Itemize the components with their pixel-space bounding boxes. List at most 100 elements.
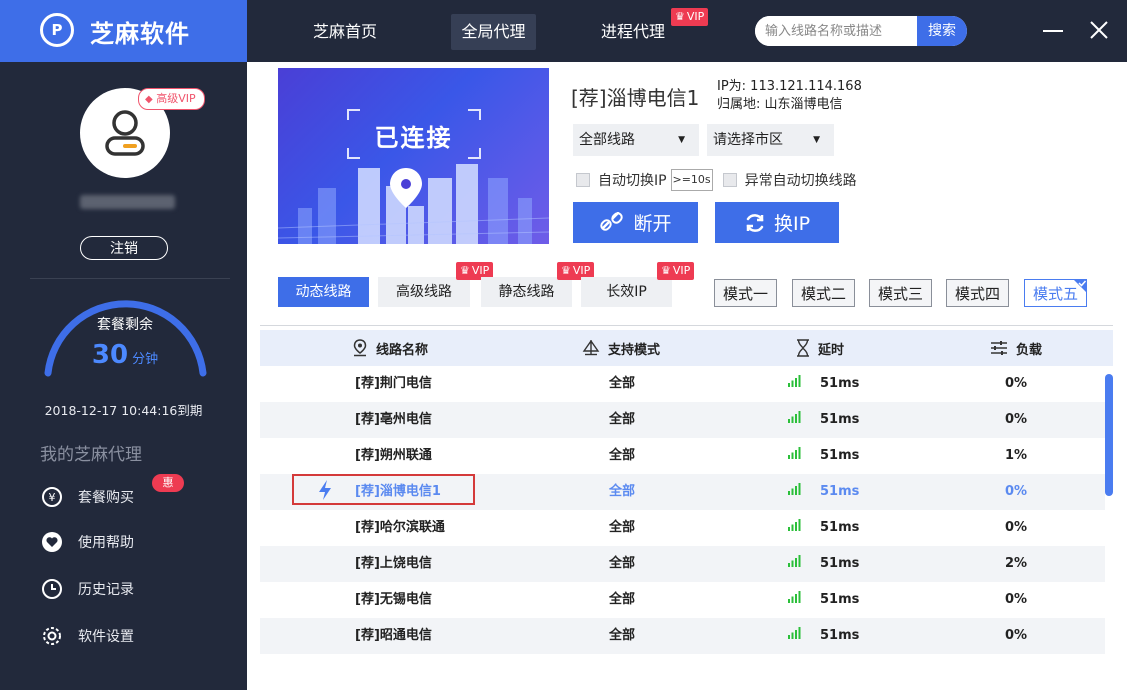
remaining-unit: 分钟	[132, 352, 159, 367]
signal-icon	[788, 555, 801, 567]
line-select[interactable]: 全部线路 ▼	[573, 124, 699, 156]
signal-icon	[788, 591, 801, 603]
search-button[interactable]: 搜索	[917, 16, 967, 46]
table-row[interactable]: [荐]朔州联通 全部 51ms 1%	[260, 438, 1105, 474]
line-select-value: 全部线路	[579, 132, 635, 148]
connection-status: 已连接	[374, 124, 453, 152]
cell-latency: 51ms	[820, 412, 860, 427]
menu-item-history[interactable]: 历史记录	[40, 574, 134, 604]
tab-premium-line[interactable]: 高级线路 ♛ VIP	[378, 262, 494, 307]
table-row[interactable]: [荐]昭通电信 全部 51ms 0%	[260, 618, 1105, 654]
abnormal-switch-checkbox[interactable]	[722, 173, 737, 187]
header-latency: 延时	[796, 330, 844, 366]
mode-3-button[interactable]: 模式三	[869, 279, 932, 307]
mode-sail-icon	[582, 340, 600, 356]
dropdown-arrow-icon: ▼	[678, 135, 685, 145]
brand-header: P 芝麻软件	[0, 0, 247, 62]
auto-switch-checkbox[interactable]	[576, 173, 590, 187]
tab-static-line[interactable]: 静态线路 ♛ VIP	[481, 262, 595, 307]
crown-icon: ♛	[460, 264, 470, 277]
cell-load: 0%	[1005, 628, 1028, 643]
cell-mode: 全部	[609, 412, 636, 427]
disconnect-button[interactable]: 断开	[573, 202, 698, 243]
cell-latency: 51ms	[820, 520, 860, 535]
signal-icon	[788, 519, 801, 531]
cell-load: 1%	[1005, 448, 1028, 463]
dropdown-arrow-icon: ▼	[813, 135, 820, 145]
header-name: 线路名称	[352, 330, 428, 366]
crown-icon: ♛	[675, 10, 685, 23]
cell-latency: 51ms	[820, 376, 860, 391]
tab-label: 高级线路	[396, 284, 452, 300]
cell-load: 0%	[1005, 484, 1028, 499]
location-pin-icon	[353, 339, 367, 357]
expire-date: 2018-12-17 10:44:16到期	[44, 403, 203, 418]
menu-item-help[interactable]: 使用帮助	[40, 527, 134, 557]
cell-load: 0%	[1005, 376, 1028, 391]
auto-switch-label: 自动切换IP	[598, 173, 667, 189]
cell-load: 2%	[1005, 556, 1028, 571]
cell-latency: 51ms	[820, 448, 860, 463]
search-input[interactable]	[755, 16, 917, 46]
header-latency-label: 延时	[818, 342, 845, 358]
cell-latency: 51ms	[820, 556, 860, 571]
discount-badge: 惠	[152, 474, 184, 492]
signal-icon	[788, 411, 801, 423]
cell-mode: 全部	[609, 520, 636, 535]
hourglass-icon	[797, 339, 809, 357]
remaining-gauge	[44, 300, 207, 377]
mode-2-button[interactable]: 模式二	[792, 279, 855, 307]
mode-5-button[interactable]: 模式五	[1024, 279, 1087, 307]
my-proxy-title: 我的芝麻代理	[40, 445, 142, 465]
nav-tab-home[interactable]: 芝麻首页	[300, 14, 390, 50]
menu-item-settings[interactable]: 软件设置	[40, 621, 134, 651]
mode-4-button[interactable]: 模式四	[946, 279, 1009, 307]
remaining-value: 30 分钟	[55, 340, 195, 370]
close-icon[interactable]	[1088, 19, 1110, 41]
ip-location: 归属地: 山东淄博电信	[717, 97, 843, 112]
cell-line-name: [荐]上饶电信	[355, 556, 432, 571]
signal-icon	[788, 483, 801, 495]
cell-line-name: [荐]朔州联通	[355, 448, 432, 463]
vip-badge-label: 高级VIP	[156, 92, 196, 105]
menu-item-purchase[interactable]: ¥ 套餐购买	[40, 482, 134, 512]
cell-latency: 51ms	[820, 592, 860, 607]
menu-label: 使用帮助	[78, 535, 134, 551]
header-mode: 支持模式	[582, 330, 660, 366]
header-mode-label: 支持模式	[608, 342, 661, 358]
cell-mode: 全部	[609, 628, 636, 643]
table-row[interactable]: [荐]荆门电信 全部 51ms 0%	[260, 366, 1105, 402]
signal-icon	[788, 375, 801, 387]
app-name: 芝麻软件	[90, 20, 190, 48]
cell-mode: 全部	[609, 556, 636, 571]
interval-input[interactable]: >=10s	[670, 169, 713, 191]
table-row[interactable]: [荐]无锡电信 全部 51ms 0%	[260, 582, 1105, 618]
nav-tab-global-proxy[interactable]: 全局代理	[451, 14, 536, 50]
nav-tab-process-proxy[interactable]: 进程代理	[588, 14, 678, 50]
table-row[interactable]: [荐]上饶电信 全部 51ms 2%	[260, 546, 1105, 582]
table-header: 线路名称 支持模式 延时 负载	[260, 330, 1113, 366]
tab-label: 静态线路	[498, 284, 555, 300]
city-select-value: 请选择市区	[713, 132, 783, 148]
change-ip-button[interactable]: 换IP	[715, 202, 839, 243]
minimize-icon[interactable]	[1043, 30, 1063, 32]
tab-dynamic-line[interactable]: 动态线路	[278, 277, 369, 307]
server-name: [荐]淄博电信1	[571, 86, 700, 110]
city-select[interactable]: 请选择市区 ▼	[707, 124, 834, 156]
search-box: 搜索	[755, 16, 967, 46]
tab-long-term-ip[interactable]: 长效IP ♛ VIP	[581, 262, 695, 307]
table-row[interactable]: [荐]亳州电信 全部 51ms 0%	[260, 402, 1105, 438]
mode-1-button[interactable]: 模式一	[714, 279, 777, 307]
logout-button[interactable]: 注销	[80, 236, 168, 260]
signal-icon	[788, 627, 801, 639]
cell-mode: 全部	[609, 592, 636, 607]
table-scrollbar[interactable]	[1105, 374, 1113, 496]
crown-icon: ♛	[561, 264, 571, 277]
app-logo-icon: P	[40, 13, 74, 47]
table-row[interactable]: [荐]哈尔滨联通 全部 51ms 0%	[260, 510, 1105, 546]
tab-label: 长效IP	[606, 284, 647, 300]
cell-mode: 全部	[609, 448, 636, 463]
heart-icon	[40, 530, 64, 554]
cell-mode: 全部	[609, 484, 636, 499]
menu-label: 软件设置	[78, 629, 134, 645]
